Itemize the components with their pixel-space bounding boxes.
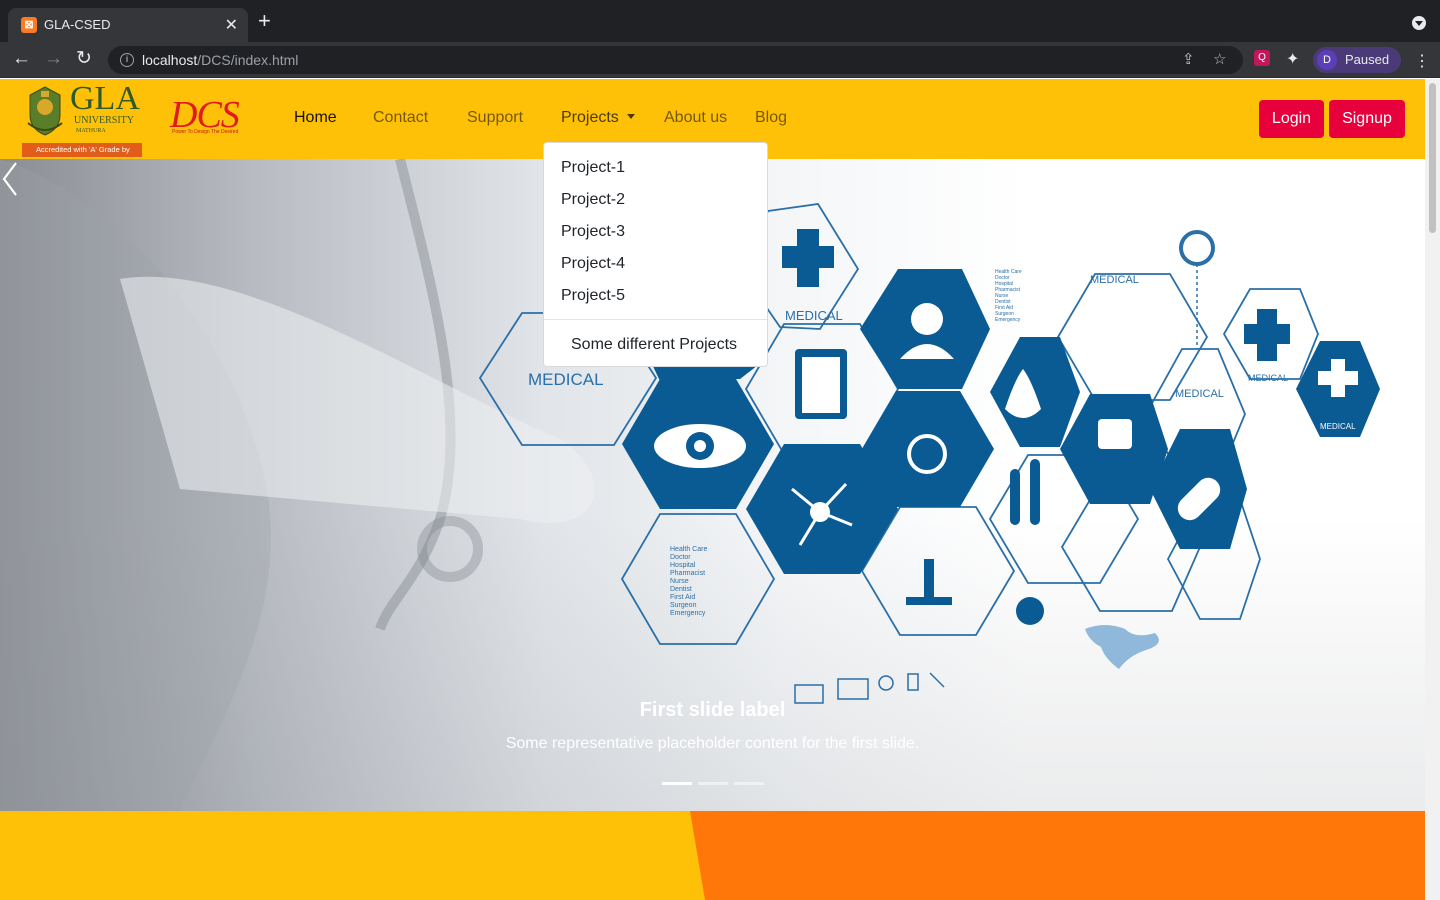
dropdown-item-project-4[interactable]: Project-4 xyxy=(561,255,625,273)
svg-text:Health Care: Health Care xyxy=(670,546,707,553)
nav-about[interactable]: About us xyxy=(664,109,727,127)
nav-contact[interactable]: Contact xyxy=(373,109,428,127)
browser-menu-icon[interactable]: ⋮ xyxy=(1414,51,1430,71)
page-scrollbar[interactable] xyxy=(1425,79,1440,900)
nav-projects-label: Projects xyxy=(561,109,619,126)
dcs-tagline: Power To Design The Desired xyxy=(172,129,239,135)
dropdown-divider xyxy=(544,319,767,320)
share-icon[interactable]: ⇪ xyxy=(1182,50,1195,68)
dcs-logo[interactable]: DCS Power To Design The Desired xyxy=(170,95,242,139)
scrollbar-thumb[interactable] xyxy=(1429,83,1436,233)
svg-text:MEDICAL: MEDICAL xyxy=(1090,274,1139,286)
url-text[interactable]: localhost/DCS/index.html xyxy=(142,52,298,68)
gla-university: UNIVERSITY xyxy=(74,115,134,126)
profile-button[interactable]: D Paused xyxy=(1313,47,1401,73)
address-bar[interactable]: i localhost/DCS/index.html ⇪ ☆ xyxy=(108,46,1243,74)
profile-avatar: D xyxy=(1317,50,1337,70)
close-tab-icon[interactable]: ✕ xyxy=(225,15,238,35)
carousel-prev-icon[interactable] xyxy=(0,159,22,199)
svg-text:Hospital: Hospital xyxy=(670,562,696,569)
carousel-indicator-2[interactable] xyxy=(698,782,728,785)
bookmark-star-icon[interactable]: ☆ xyxy=(1213,50,1226,68)
svg-text:Nurse: Nurse xyxy=(670,578,689,585)
nav-projects-dropdown[interactable]: Projects xyxy=(561,109,635,127)
favicon-icon: ⊠ xyxy=(21,17,37,33)
tab-title: GLA-CSED xyxy=(44,17,111,32)
browser-toolbar: ← → ↻ i localhost/DCS/index.html ⇪ ☆ Q ✦… xyxy=(0,42,1440,78)
extension-icon[interactable]: Q xyxy=(1254,50,1270,66)
gla-emblem-icon xyxy=(27,86,63,136)
dropdown-item-different-projects[interactable]: Some different Projects xyxy=(571,336,737,354)
new-tab-icon[interactable]: + xyxy=(258,10,271,32)
projects-dropdown-menu: Project-1 Project-2 Project-3 Project-4 … xyxy=(543,142,768,367)
back-icon[interactable]: ← xyxy=(12,48,31,70)
reload-icon[interactable]: ↻ xyxy=(76,48,92,70)
site-info-icon[interactable]: i xyxy=(120,53,134,67)
svg-text:Dentist: Dentist xyxy=(670,586,692,593)
caret-down-icon xyxy=(626,114,635,119)
signup-button[interactable]: Signup xyxy=(1329,100,1405,138)
dropdown-item-project-1[interactable]: Project-1 xyxy=(561,159,625,177)
profile-status: Paused xyxy=(1345,52,1390,67)
login-button[interactable]: Login xyxy=(1259,100,1324,138)
svg-text:MEDICAL: MEDICAL xyxy=(785,308,843,323)
gla-city: MATHURA xyxy=(76,128,106,134)
svg-text:Surgeon: Surgeon xyxy=(670,602,697,609)
svg-text:MEDICAL: MEDICAL xyxy=(1175,388,1224,400)
gla-accreditation: Accredited with 'A' Grade by NAAC xyxy=(22,143,142,168)
page: GLA UNIVERSITY MATHURA Accredited with '… xyxy=(0,79,1425,900)
svg-text:MEDICAL: MEDICAL xyxy=(528,370,604,389)
browser-tab[interactable]: ⊠ GLA-CSED ✕ xyxy=(8,8,248,42)
forward-icon[interactable]: → xyxy=(44,48,63,70)
nav-blog[interactable]: Blog xyxy=(755,109,787,127)
dropdown-item-project-2[interactable]: Project-2 xyxy=(561,191,625,209)
svg-text:Pharmacist: Pharmacist xyxy=(670,570,705,577)
slide-caption-title: First slide label xyxy=(639,699,786,721)
svg-text:MEDICAL: MEDICAL xyxy=(1248,373,1288,383)
svg-text:MEDICAL: MEDICAL xyxy=(1320,422,1356,431)
dropdown-item-project-5[interactable]: Project-5 xyxy=(561,287,625,305)
svg-text:Emergency: Emergency xyxy=(995,317,1021,323)
gla-logo[interactable]: GLA UNIVERSITY MATHURA Accredited with '… xyxy=(22,80,142,168)
carousel-indicator-3[interactable] xyxy=(734,782,764,785)
dropdown-item-project-3[interactable]: Project-3 xyxy=(561,223,625,241)
svg-text:First Aid: First Aid xyxy=(670,594,695,601)
tab-search-icon[interactable] xyxy=(1412,16,1426,30)
nav-home[interactable]: Home xyxy=(294,109,337,127)
slide-caption-text: Some representative placeholder content … xyxy=(505,735,920,752)
extensions-puzzle-icon[interactable]: ✦ xyxy=(1286,49,1299,69)
svg-text:Emergency: Emergency xyxy=(670,610,706,617)
svg-text:Doctor: Doctor xyxy=(670,554,691,561)
browser-tab-bar: ⊠ GLA-CSED ✕ + xyxy=(0,0,1440,42)
carousel-indicator-1[interactable] xyxy=(662,782,692,785)
nav-support[interactable]: Support xyxy=(467,109,523,127)
gla-name: GLA xyxy=(70,80,140,117)
